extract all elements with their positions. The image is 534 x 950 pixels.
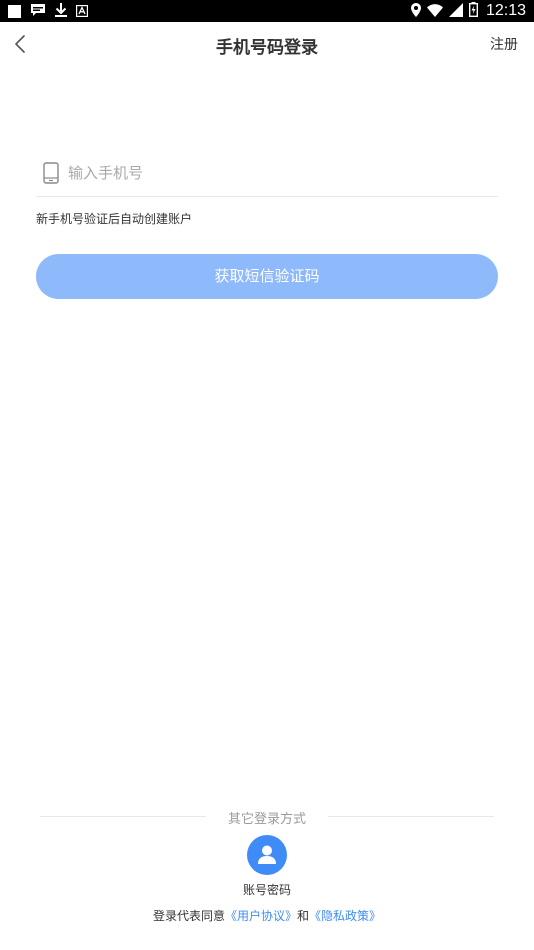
status-bar: 12:13 <box>0 0 534 22</box>
chat-icon <box>30 2 46 21</box>
keyboard-icon <box>75 2 89 21</box>
notification-square-icon <box>8 4 21 18</box>
download-icon <box>55 2 67 21</box>
page-title: 手机号码登录 <box>216 38 318 58</box>
privacy-policy-link[interactable]: 《隐私政策》 <box>309 909 381 923</box>
phone-field <box>36 152 498 197</box>
new-account-hint: 新手机号验证后自动创建账户 <box>36 212 193 226</box>
user-agreement-link[interactable]: 《用户协议》 <box>225 909 297 923</box>
header: 手机号码登录 注册 <box>0 22 534 66</box>
agreement-and: 和 <box>297 909 310 923</box>
wifi-icon <box>426 2 443 21</box>
signal-icon <box>448 2 463 21</box>
location-icon <box>410 2 421 21</box>
battery-icon <box>468 1 478 21</box>
agreement-prefix: 登录代表同意 <box>152 909 225 923</box>
status-bar-right: 12:13 <box>410 1 526 21</box>
status-bar-left <box>8 2 97 21</box>
user-icon <box>247 835 287 875</box>
account-password-label: 账号密码 <box>242 883 291 897</box>
phone-icon <box>43 162 59 184</box>
agreement: 登录代表同意《用户协议》和《隐私政策》 <box>0 907 534 924</box>
account-password-login-button[interactable]: 账号密码 <box>227 835 307 897</box>
other-login-title: 其它登录方式 <box>227 812 306 827</box>
status-time: 12:13 <box>485 2 526 19</box>
get-sms-code-button[interactable]: 获取短信验证码 <box>36 254 498 299</box>
register-link[interactable]: 注册 <box>490 34 518 54</box>
phone-input[interactable] <box>68 160 488 186</box>
